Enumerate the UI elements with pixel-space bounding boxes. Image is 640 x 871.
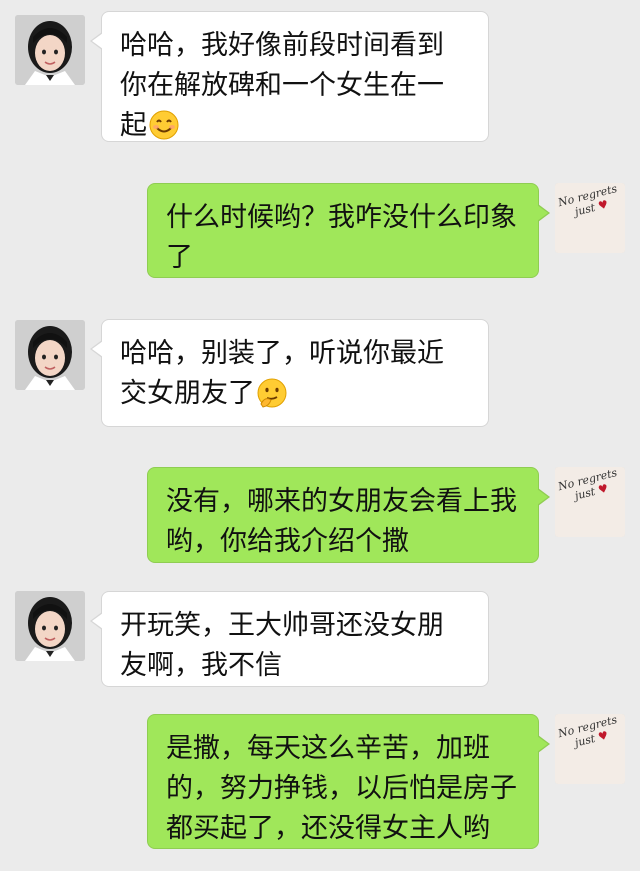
outgoing-message[interactable]: 是撒，每天这么辛苦，加班的，努力挣钱，以后怕是房子都买起了，还没得女主人哟 — [147, 714, 550, 849]
smile-emoji-icon — [149, 110, 179, 140]
message-text: 没有，哪来的女朋友会看上我哟，你给我介绍个撒 — [166, 486, 517, 557]
incoming-message[interactable]: 哈哈，我好像前段时间看到你在解放碑和一个女生在一起 — [90, 11, 489, 142]
girl-avatar-icon — [15, 320, 85, 390]
self-avatar[interactable]: No regrets just ♥ — [555, 183, 625, 253]
message-text: 是撒，每天这么辛苦，加班的，努力挣钱，以后怕是房子都买起了，还没得女主人哟 — [166, 733, 517, 844]
message-text: 什么时候哟？我咋没什么印象了 — [166, 202, 517, 273]
outgoing-message[interactable]: 没有，哪来的女朋友会看上我哟，你给我介绍个撒 — [147, 467, 550, 563]
contact-avatar[interactable] — [15, 320, 85, 390]
self-avatar[interactable]: No regrets just ♥ — [555, 467, 625, 537]
girl-avatar-icon — [15, 15, 85, 85]
outgoing-message[interactable]: 什么时候哟？我咋没什么印象了 — [147, 183, 550, 278]
self-avatar[interactable]: No regrets just ♥ — [555, 714, 625, 784]
incoming-message[interactable]: 开玩笑，王大帅哥还没女朋友啊，我不信 — [90, 591, 489, 687]
incoming-message[interactable]: 哈哈，别装了，听说你最近交女朋友了 — [90, 319, 489, 427]
no-regrets-avatar-icon: No regrets just ♥ — [555, 714, 625, 784]
girl-avatar-icon — [15, 591, 85, 661]
message-text: 开玩笑，王大帅哥还没女朋友啊，我不信 — [120, 610, 444, 681]
thinking-emoji-icon — [257, 378, 287, 408]
no-regrets-avatar-icon: No regrets just ♥ — [555, 183, 625, 253]
no-regrets-avatar-icon: No regrets just ♥ — [555, 467, 625, 537]
contact-avatar[interactable] — [15, 591, 85, 661]
contact-avatar[interactable] — [15, 15, 85, 85]
